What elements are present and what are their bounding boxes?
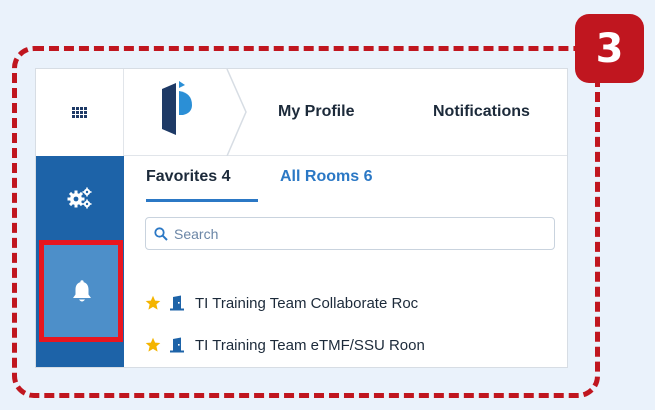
- top-header: My Profile Notifications: [124, 69, 567, 156]
- apps-grid-icon: [72, 107, 87, 118]
- left-rail: [36, 69, 124, 367]
- door-icon: [170, 295, 184, 311]
- star-icon: [145, 295, 161, 310]
- star-icon: [145, 337, 161, 352]
- gears-icon: [67, 187, 92, 209]
- active-tab-indicator: [146, 199, 258, 202]
- search-icon: [154, 226, 168, 241]
- header-divider: [226, 69, 247, 156]
- room-name: TI Training Team Collaborate Roc: [195, 294, 419, 312]
- list-item: [145, 359, 565, 367]
- tab-all-rooms[interactable]: All Rooms 6: [280, 168, 372, 186]
- app-window: My Profile Notifications Favorites 4 All…: [35, 68, 568, 368]
- bell-highlight-box: [39, 240, 123, 342]
- nav-notifications[interactable]: Notifications: [433, 103, 530, 121]
- door-icon: [170, 337, 184, 353]
- room-list-item[interactable]: TI Training Team eTMF/SSU Roon: [145, 333, 565, 357]
- brand-logo-icon: [162, 81, 192, 135]
- rail-menu: [36, 156, 124, 367]
- step-number-badge: 3: [575, 14, 644, 83]
- room-name: TI Training Team eTMF/SSU Roon: [195, 336, 425, 354]
- room-list-item[interactable]: TI Training Team Collaborate Roc: [145, 291, 565, 315]
- nav-my-profile[interactable]: My Profile: [278, 103, 354, 121]
- search-box[interactable]: [145, 217, 555, 250]
- settings-button[interactable]: [36, 156, 124, 240]
- apps-grid-button[interactable]: [36, 69, 124, 156]
- tab-favorites[interactable]: Favorites 4: [146, 168, 230, 186]
- search-input[interactable]: [174, 225, 554, 242]
